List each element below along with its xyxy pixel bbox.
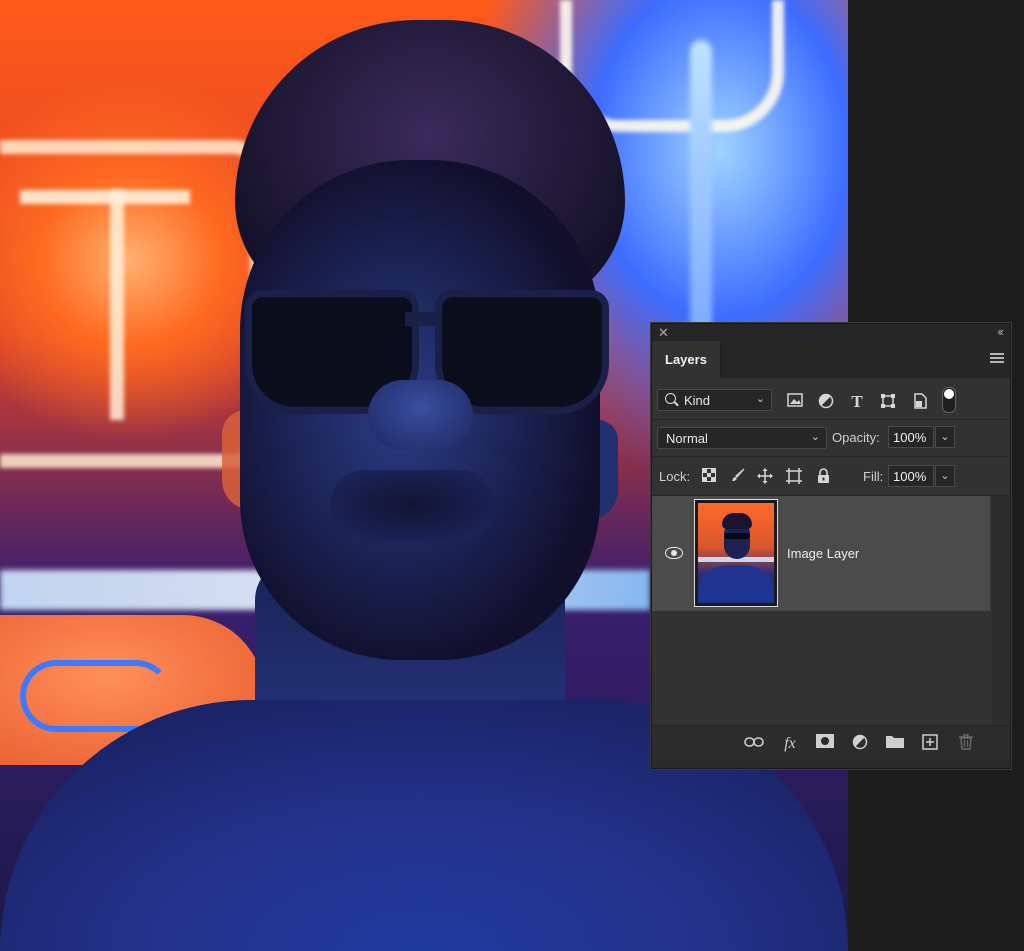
- layer-row[interactable]: Image Layer: [652, 496, 990, 611]
- image-filter-icon[interactable]: [786, 393, 804, 411]
- filter-toggle-switch[interactable]: [942, 387, 956, 413]
- layers-scrollbar[interactable]: [992, 496, 1009, 724]
- opacity-slider-button[interactable]: ⌄: [935, 426, 955, 448]
- lock-artboard-icon[interactable]: [785, 468, 803, 486]
- neon-sign-stroke: [110, 190, 124, 420]
- opacity-label: Opacity:: [832, 430, 880, 445]
- blend-row: Normal ⌄ Opacity: 100% ⌄: [652, 420, 1010, 457]
- kind-filter-dropdown[interactable]: Kind ⌄: [657, 389, 772, 411]
- link-layers-icon[interactable]: [744, 734, 764, 754]
- layers-list: Image Layer: [652, 496, 992, 724]
- search-icon: [665, 393, 676, 404]
- blend-mode-value: Normal: [666, 431, 708, 446]
- eye-visibility-icon[interactable]: [665, 547, 683, 559]
- chevron-down-icon: ⌄: [755, 393, 765, 405]
- layer-name[interactable]: Image Layer: [787, 546, 859, 561]
- panel-tab-bar: Layers: [652, 341, 1010, 378]
- neon-sign-bar: [20, 190, 190, 204]
- shape-filter-icon[interactable]: [879, 393, 897, 411]
- panel-title-bar[interactable]: ✕ ‹‹: [652, 324, 1010, 341]
- fill-value: 100%: [893, 469, 927, 484]
- new-layer-icon[interactable]: [920, 734, 940, 754]
- subject-nose: [368, 380, 473, 450]
- panel-bottom-edge: [652, 760, 1010, 768]
- panel-menu-icon[interactable]: [990, 353, 1004, 364]
- layer-thumbnail-image: [698, 503, 774, 603]
- close-icon[interactable]: ✕: [658, 325, 669, 340]
- lock-paint-brush-icon[interactable]: [729, 468, 747, 486]
- tab-layers-label: Layers: [665, 352, 707, 367]
- layers-footer-toolbar: fx: [652, 725, 1010, 761]
- layers-panel: ✕ ‹‹ Layers Kind ⌄ T Normal ⌄ Opacity: 1…: [651, 323, 1011, 769]
- tab-layers[interactable]: Layers: [652, 341, 721, 378]
- lock-all-icon[interactable]: [814, 468, 832, 486]
- kind-filter-label: Kind: [684, 393, 711, 408]
- fx-icon[interactable]: fx: [780, 734, 800, 754]
- mask-icon[interactable]: [815, 734, 835, 754]
- blend-mode-dropdown[interactable]: Normal ⌄: [657, 427, 827, 449]
- layer-thumbnail[interactable]: [694, 499, 778, 607]
- lock-position-move-icon[interactable]: [756, 468, 774, 486]
- opacity-input[interactable]: 100%: [888, 426, 934, 448]
- lock-row: Lock: Fill: 100% ⌄: [652, 457, 1010, 496]
- smart-object-filter-icon[interactable]: [911, 393, 929, 411]
- delete-icon[interactable]: [956, 734, 976, 754]
- filter-row: Kind ⌄ T: [652, 379, 1010, 420]
- adjustment-layer-icon[interactable]: [850, 734, 870, 754]
- fill-slider-button[interactable]: ⌄: [935, 465, 955, 487]
- adjustment-filter-icon[interactable]: [817, 393, 835, 411]
- lock-label: Lock:: [659, 469, 691, 484]
- group-folder-icon[interactable]: [885, 734, 905, 754]
- lock-transparency-icon[interactable]: [700, 468, 718, 486]
- collapse-panel-icon[interactable]: ‹‹: [997, 324, 1004, 340]
- chevron-down-icon: ⌄: [810, 431, 820, 443]
- subject-lips: [330, 470, 495, 540]
- type-filter-icon[interactable]: T: [848, 393, 866, 411]
- opacity-value: 100%: [893, 430, 927, 445]
- fill-input[interactable]: 100%: [888, 465, 934, 487]
- fill-label: Fill:: [863, 469, 884, 484]
